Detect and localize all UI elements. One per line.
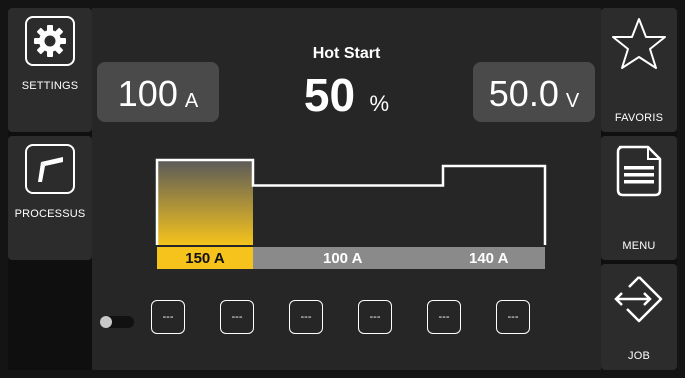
preset-slot-2[interactable]: --- (220, 300, 254, 334)
segment-weld-label: 100 A (323, 249, 363, 267)
preset-slot-1[interactable]: --- (151, 300, 185, 334)
segment-arc-force[interactable]: 140 A (443, 247, 545, 269)
menu-label: MENU (622, 240, 656, 252)
menu-document-icon (616, 145, 662, 197)
job-button[interactable]: JOB (601, 264, 677, 370)
hot-start-fill (157, 160, 253, 245)
preset-slot-5[interactable]: --- (427, 300, 461, 334)
menu-button[interactable]: MENU (601, 136, 677, 260)
segment-hot-start-label: 150 A (185, 249, 225, 267)
preset-slot-3[interactable]: --- (289, 300, 323, 334)
favorites-button[interactable]: FAVORIS (601, 8, 677, 132)
toggle-knob (100, 316, 112, 328)
right-sidebar: FAVORIS MENU JOB (601, 8, 677, 370)
toggle-switch[interactable] (100, 316, 134, 328)
job-label: JOB (628, 350, 650, 362)
favorites-label: FAVORIS (614, 112, 664, 124)
segment-weld[interactable]: 100 A (253, 247, 443, 269)
preset-slot-4[interactable]: --- (358, 300, 392, 334)
segment-hot-start[interactable]: 150 A (157, 247, 253, 269)
job-arrow-icon (614, 276, 663, 323)
preset-slot-6[interactable]: --- (496, 300, 530, 334)
segment-arc-force-label: 140 A (469, 249, 509, 267)
star-icon (612, 18, 666, 69)
